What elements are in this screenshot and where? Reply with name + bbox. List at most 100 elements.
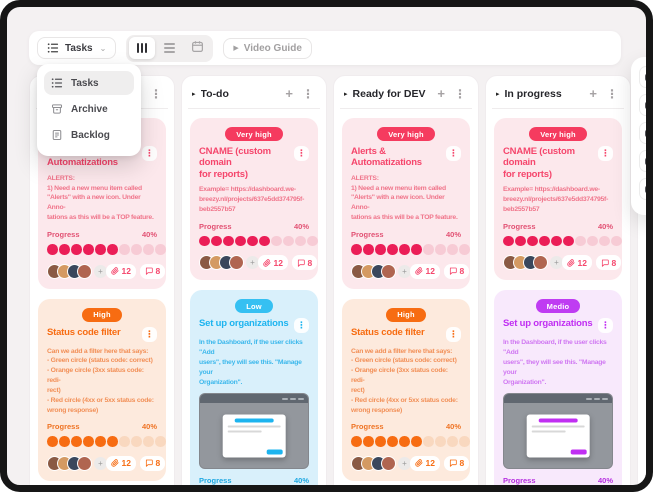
progress-dot xyxy=(387,436,398,447)
card-title-row: Set up organizations⋮ xyxy=(199,318,309,333)
card-menu-button[interactable]: ⋮ xyxy=(598,318,613,333)
board-selector-label: Tasks xyxy=(65,43,93,54)
board-selector[interactable]: Tasks ⌄ xyxy=(37,37,116,59)
comments-value: 8 xyxy=(611,258,616,268)
card-menu-button[interactable]: ⋮ xyxy=(446,146,461,161)
comments-count[interactable]: 8 xyxy=(444,456,469,471)
task-card[interactable]: Very highAlerts & Automatizations⋮ALERTS… xyxy=(342,118,470,289)
comments-count[interactable]: 8 xyxy=(596,255,621,270)
attachments-count[interactable]: 12 xyxy=(410,264,440,279)
card-title: CNAME (custom domain for reports) xyxy=(503,146,594,180)
progress-dot xyxy=(503,236,514,247)
attachments-count[interactable]: 12 xyxy=(106,264,136,279)
card-menu-button[interactable]: ⋮ xyxy=(446,327,461,342)
panel-button[interactable] xyxy=(639,66,653,88)
card-title-row: CNAME (custom domain for reports) ⋮ xyxy=(503,146,613,180)
progress-value: 40% xyxy=(294,476,309,485)
comments-count[interactable]: 8 xyxy=(140,264,165,279)
video-guide-button[interactable]: ▶ Video Guide xyxy=(223,38,312,59)
progress-label: Progress xyxy=(199,222,232,231)
progress-dot xyxy=(351,244,362,255)
task-card[interactable]: HighStatus code filter⋮Can we add a filt… xyxy=(38,299,166,481)
comments-value: 8 xyxy=(459,266,464,276)
progress-dot xyxy=(399,244,410,255)
archive-icon xyxy=(51,103,64,115)
add-card-button[interactable]: + xyxy=(587,86,599,101)
card-screenshot xyxy=(503,393,613,469)
progress-dot xyxy=(107,244,118,255)
view-list-button[interactable] xyxy=(157,37,183,59)
task-card[interactable]: Very highCNAME (custom domain for report… xyxy=(494,118,622,280)
menu-item-tasks[interactable]: Tasks xyxy=(44,71,134,95)
progress-dot xyxy=(131,244,142,255)
collapse-arrow-icon[interactable]: ▸ xyxy=(192,90,196,98)
panel-button[interactable] xyxy=(639,94,653,116)
screenshot-modal-line xyxy=(228,430,262,433)
collapse-arrow-icon[interactable]: ▸ xyxy=(648,90,652,98)
progress-dots xyxy=(503,236,613,247)
card-menu-button[interactable]: ⋮ xyxy=(598,146,613,161)
attachments-count[interactable]: 12 xyxy=(258,255,288,270)
collapse-arrow-icon[interactable]: ▸ xyxy=(344,90,348,98)
task-card[interactable]: Very highCNAME (custom domain for report… xyxy=(190,118,318,280)
column-divider xyxy=(492,108,624,109)
column-menu-button[interactable]: ⋮ xyxy=(148,87,164,101)
add-card-button[interactable]: + xyxy=(283,86,295,101)
progress-dots xyxy=(47,244,157,255)
paperclip-icon xyxy=(111,267,119,275)
progress-value: 40% xyxy=(446,422,461,431)
menu-item-archive[interactable]: Archive xyxy=(44,97,134,121)
attachments-count[interactable]: 12 xyxy=(106,456,136,471)
card-menu-button[interactable]: ⋮ xyxy=(294,146,309,161)
column-menu-button[interactable]: ⋮ xyxy=(300,87,316,101)
attachments-count[interactable]: 12 xyxy=(410,456,440,471)
column-menu-button[interactable]: ⋮ xyxy=(604,87,620,101)
backlog-icon xyxy=(51,129,64,141)
comment-icon xyxy=(601,259,609,267)
screenshot-titlebar-item xyxy=(290,398,296,400)
collapse-arrow-icon[interactable]: ▸ xyxy=(496,90,500,98)
card-menu-button[interactable]: ⋮ xyxy=(142,146,157,161)
column-title: Ready for DEV xyxy=(353,88,431,100)
progress-dot xyxy=(95,436,106,447)
task-card[interactable]: LowSet up organizations⋮In the Dashboard… xyxy=(190,290,318,492)
screenshot-titlebar xyxy=(504,394,612,403)
assignee-avatars: + xyxy=(47,456,102,471)
assignee-avatars: + xyxy=(503,255,558,270)
add-card-button[interactable]: + xyxy=(435,86,447,101)
kanban-icon xyxy=(137,43,147,53)
menu-item-backlog[interactable]: Backlog xyxy=(44,123,134,147)
panel-button[interactable] xyxy=(639,150,653,172)
view-kanban-button[interactable] xyxy=(129,37,155,59)
progress-value: 40% xyxy=(598,222,613,231)
avatar xyxy=(77,456,92,471)
column-divider xyxy=(340,108,472,109)
task-card[interactable]: Set up organizations⋮In the Dashboard, i… xyxy=(646,246,653,477)
progress-dot xyxy=(527,236,538,247)
column-menu-button[interactable]: ⋮ xyxy=(452,87,468,101)
attachments-count[interactable]: 12 xyxy=(562,255,592,270)
attachments-value: 12 xyxy=(122,458,131,468)
comment-icon xyxy=(297,259,305,267)
comments-count[interactable]: 8 xyxy=(140,456,165,471)
view-calendar-button[interactable] xyxy=(185,37,211,59)
card-menu-button[interactable]: ⋮ xyxy=(142,327,157,342)
card-description: Example= https://dashboard.we- breezy.nl… xyxy=(503,185,613,215)
progress-dot xyxy=(95,244,106,255)
comments-count[interactable]: 8 xyxy=(292,255,317,270)
progress-value: 40% xyxy=(142,230,157,239)
panel-button[interactable] xyxy=(639,122,653,144)
toolbar: Tasks ⌄ ▶ Video Guide xyxy=(29,31,621,65)
task-card[interactable]: HighStatus code filter⋮Can we add a filt… xyxy=(342,299,470,481)
panel-button[interactable] xyxy=(639,178,653,200)
avatar xyxy=(77,264,92,279)
progress-dot xyxy=(563,236,574,247)
task-card[interactable]: + xyxy=(646,118,653,236)
card-menu-button[interactable]: ⋮ xyxy=(294,318,309,333)
screenshot-modal-button xyxy=(570,449,586,454)
progress-dot xyxy=(71,436,82,447)
column-title: In progress xyxy=(505,88,583,100)
column-header: ▸To-do+⋮ xyxy=(190,84,318,101)
task-card[interactable]: MedioSet up organizations⋮In the Dashboa… xyxy=(494,290,622,492)
comments-count[interactable]: 8 xyxy=(444,264,469,279)
